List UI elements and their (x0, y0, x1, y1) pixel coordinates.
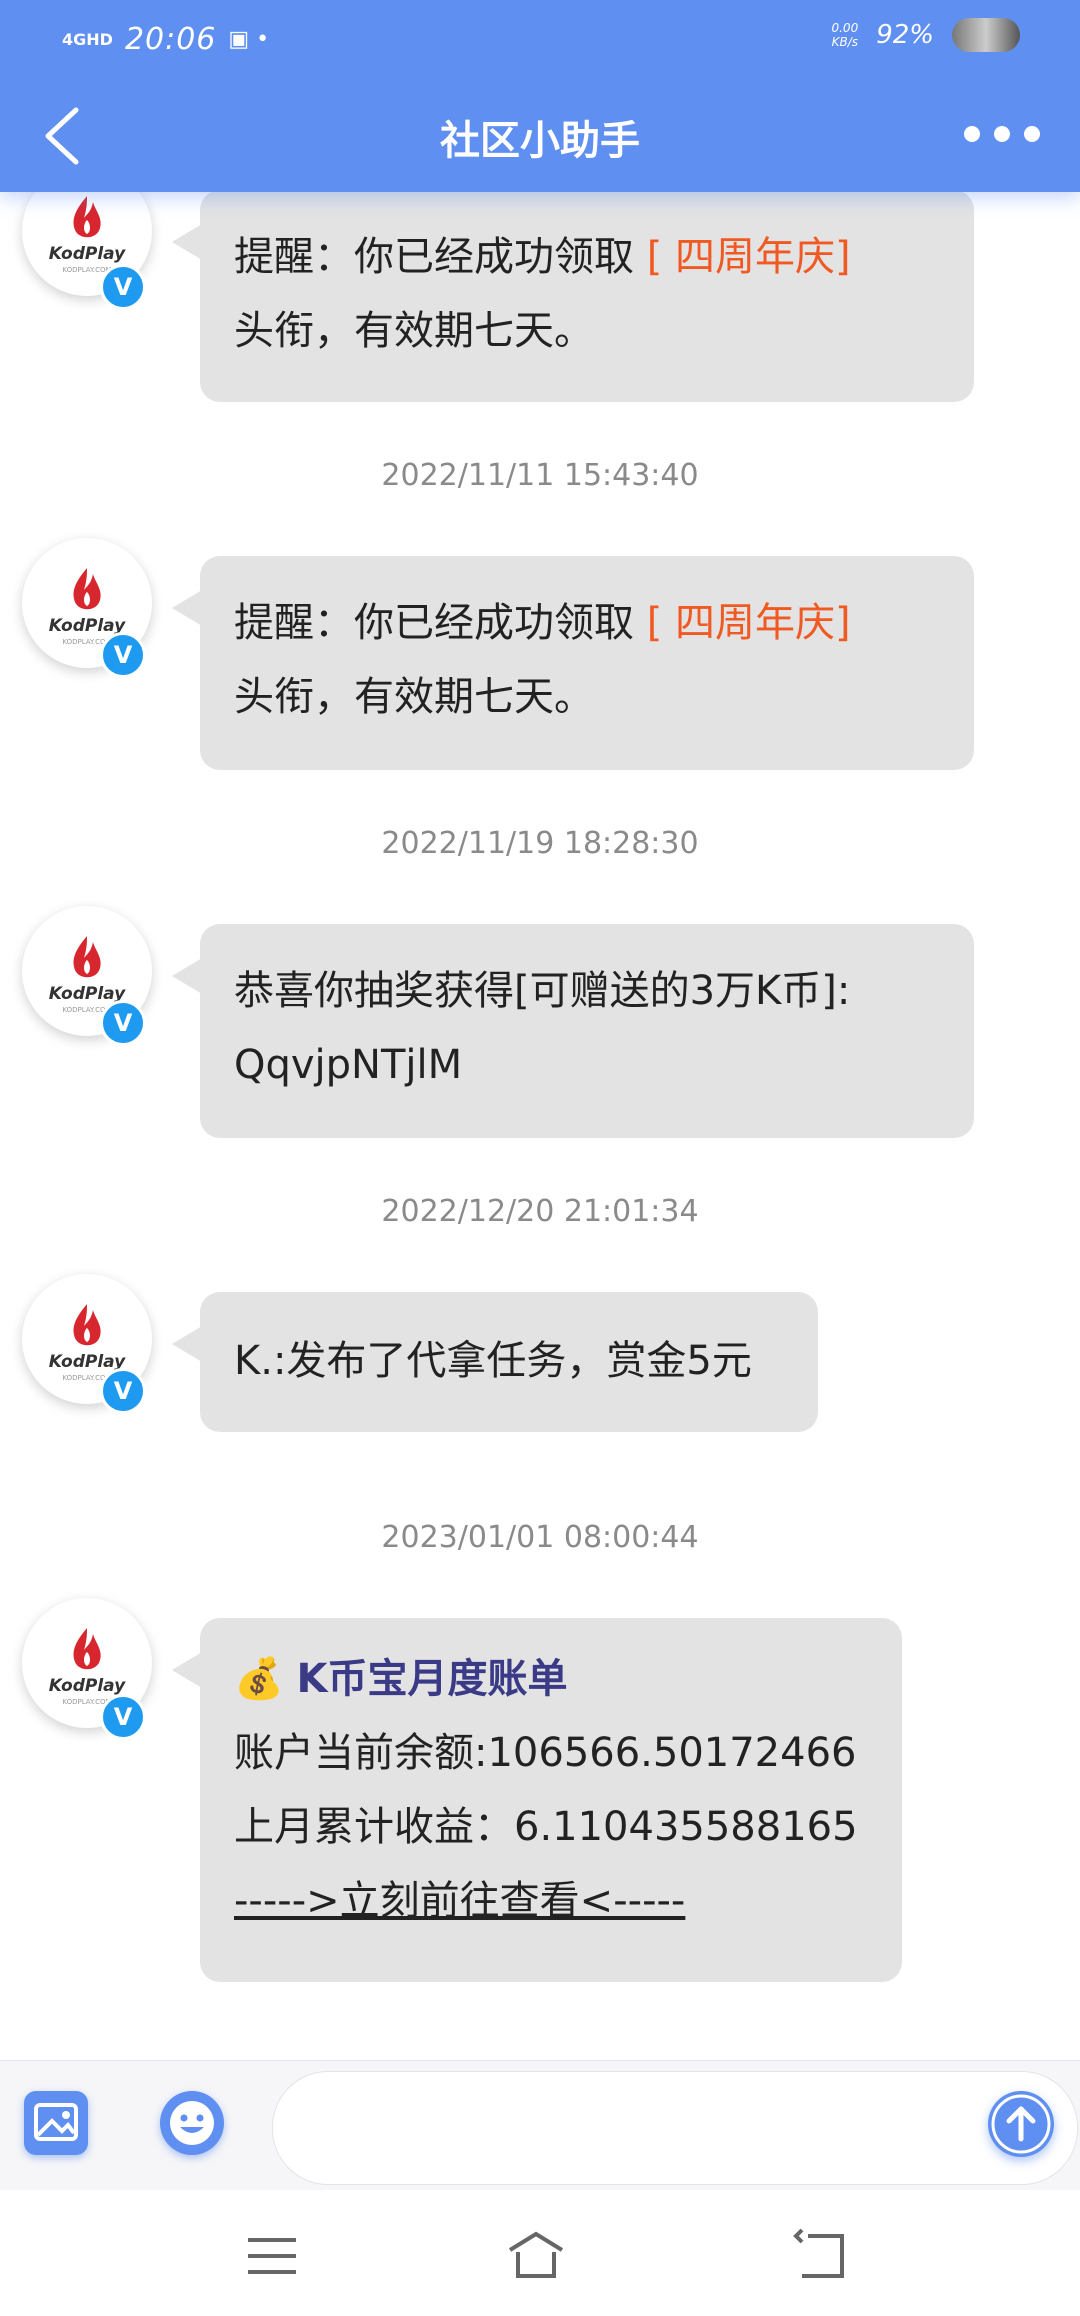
message-line: 恭喜你抽奖获得[可赠送的3万K币]: (234, 968, 851, 1014)
more-options-icon[interactable] (962, 122, 1042, 146)
bill-balance: 账户当前余额:106566.50172466 (234, 1730, 857, 1776)
message-timestamp: 2022/12/20 21:01:34 (381, 1194, 699, 1229)
bill-message-bubble[interactable]: 💰 K币宝月度账单 账户当前余额:106566.50172466 上月累计收益：… (172, 1618, 902, 1982)
speed-value: 0.00 (831, 21, 859, 35)
flame-logo-icon (73, 936, 101, 978)
home-icon[interactable] (506, 2226, 566, 2286)
avatar-brand: KodPlay (48, 1352, 126, 1372)
battery-level: 92% (876, 20, 934, 50)
emoji-button[interactable] (160, 2091, 224, 2155)
system-nav-bar (0, 2190, 1080, 2316)
flame-logo-icon (73, 1628, 101, 1670)
status-time: 20:06 (124, 22, 217, 57)
title-highlight: [ 四周年庆] (646, 600, 851, 646)
image-icon (34, 2103, 78, 2141)
flame-logo-icon (73, 568, 101, 610)
message-input-bar (0, 2060, 1080, 2191)
status-bar-right: 0.00 KB/s 92% (831, 18, 1020, 52)
message-line: 头衔，有效期七天。 (234, 308, 594, 354)
title-highlight: [ 四周年庆] (646, 234, 851, 280)
message-bubble[interactable]: 提醒：你已经成功领取 [ 四周年庆] 头衔，有效期七天。 (172, 190, 974, 402)
message-text: 提醒：你已经成功领取 (234, 600, 647, 646)
avatar-brand: KodPlay (48, 1676, 126, 1696)
verified-badge-icon: V (100, 264, 146, 310)
message-line: 提醒：你已经成功领取 [ 四周年庆] (234, 586, 940, 660)
app-header: 4GHD 20:06 ▣ • 0.00 KB/s 92% 社区小助手 (0, 0, 1080, 192)
message-bubble[interactable]: 提醒：你已经成功领取 [ 四周年庆] 头衔，有效期七天。 (172, 556, 974, 770)
avatar-brand: KodPlay (48, 616, 126, 636)
message-bubble[interactable]: 恭喜你抽奖获得[可赠送的3万K币]: QqvjpNTjlM (172, 924, 974, 1138)
status-bar-left: 4GHD 20:06 ▣ • (62, 22, 269, 57)
arrow-up-icon (991, 2094, 1051, 2154)
network-speed: 0.00 KB/s (831, 21, 858, 49)
flame-logo-icon (73, 196, 101, 238)
bill-title-line: 💰 K币宝月度账单 (234, 1642, 868, 1716)
message-bubble[interactable]: K.:发布了代拿任务，赏金5元 (172, 1292, 818, 1432)
network-indicator: 4GHD (62, 29, 113, 49)
message-line: 提醒：你已经成功领取 [ 四周年庆] (234, 220, 940, 294)
speed-unit: KB/s (831, 35, 859, 49)
avatar-brand: KodPlay (48, 984, 126, 1004)
message-timestamp: 2022/11/19 18:28:30 (381, 826, 699, 861)
message-line: QqvjpNTjlM (234, 1042, 463, 1088)
message-line: 头衔，有效期七天。 (234, 674, 594, 720)
money-bag-icon: 💰 (234, 1656, 284, 1702)
message-input[interactable] (272, 2071, 1078, 2185)
bill-title: K币宝月度账单 (296, 1656, 568, 1702)
verified-badge-icon: V (100, 632, 146, 678)
menu-icon[interactable] (242, 2226, 302, 2286)
verified-badge-icon: V (100, 1368, 146, 1414)
back-icon[interactable] (792, 2226, 852, 2286)
message-line: K.:发布了代拿任务，赏金5元 (234, 1338, 752, 1384)
verified-badge-icon: V (100, 1694, 146, 1740)
verified-badge-icon: V (100, 1000, 146, 1046)
page-title: 社区小助手 (440, 118, 640, 164)
status-avatar-image (952, 18, 1020, 52)
image-picker-button[interactable] (24, 2091, 88, 2155)
message-text: 提醒：你已经成功领取 (234, 234, 647, 280)
avatar-brand: KodPlay (48, 244, 126, 264)
smiley-icon (170, 2101, 214, 2145)
bill-income: 上月累计收益：6.110435588165 (234, 1804, 858, 1850)
bill-view-link[interactable]: ----->立刻前往查看<----- (234, 1864, 868, 1938)
flame-logo-icon (73, 1304, 101, 1346)
notification-icon: ▣ • (228, 27, 270, 52)
message-timestamp: 2022/11/11 15:43:40 (381, 458, 699, 493)
message-timestamp: 2023/01/01 08:00:44 (381, 1520, 699, 1555)
send-button[interactable] (988, 2091, 1054, 2157)
